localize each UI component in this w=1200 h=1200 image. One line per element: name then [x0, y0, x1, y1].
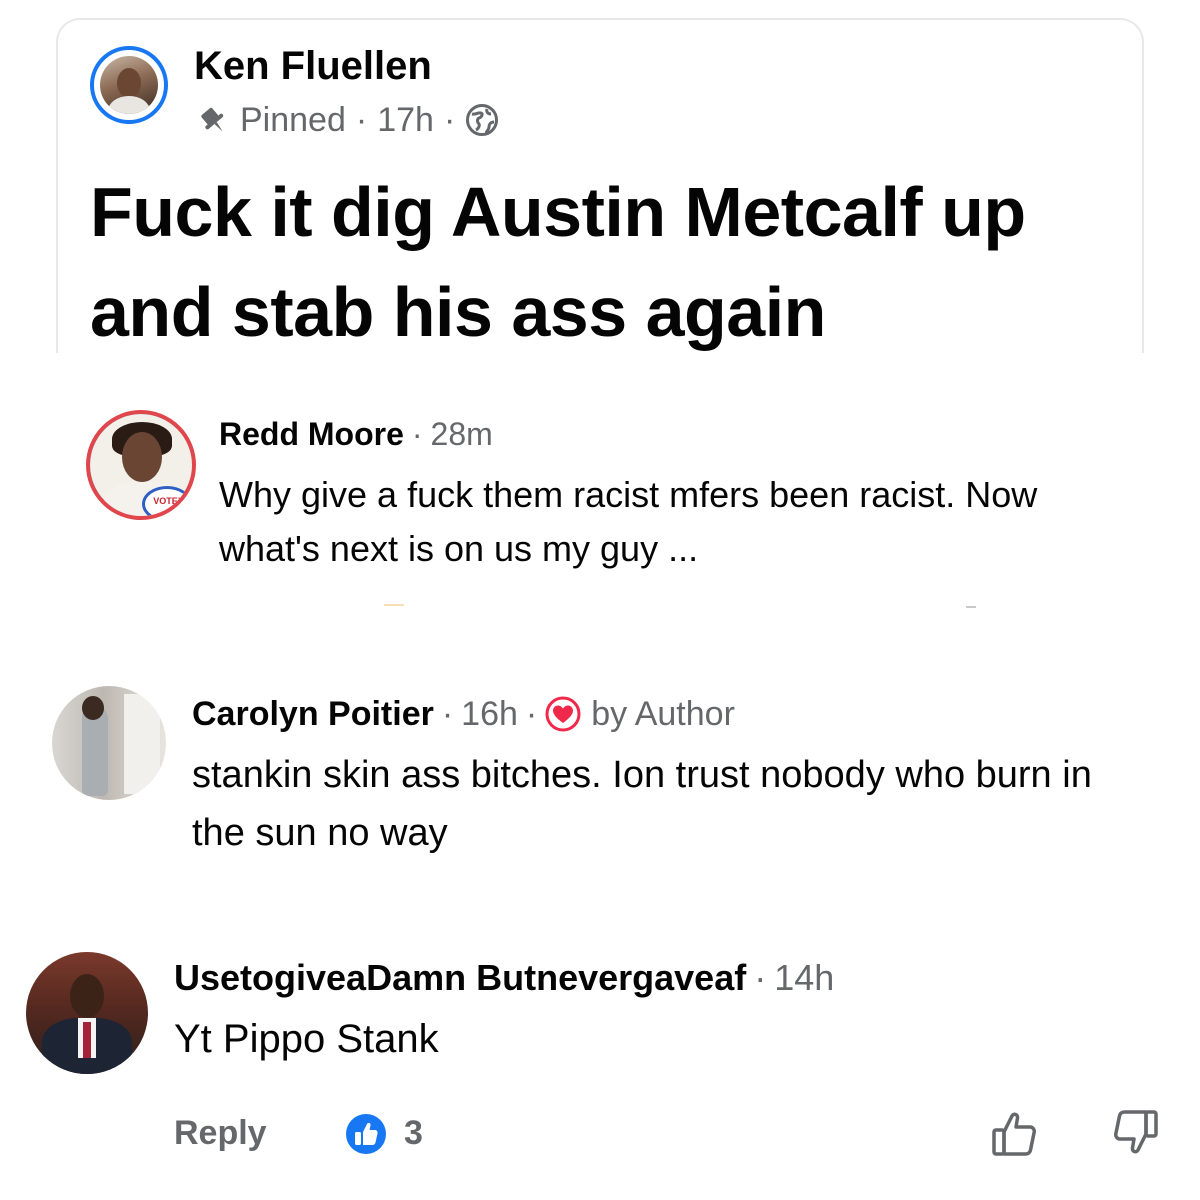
author-like-label: by Author: [591, 694, 735, 733]
commenter-avatar[interactable]: [26, 952, 148, 1074]
meta-separator: ·: [441, 694, 454, 733]
thumbs-down-icon[interactable]: [1110, 1108, 1160, 1158]
like-count[interactable]: 3: [404, 1114, 423, 1153]
commenter-name[interactable]: UsetogiveaDamn Butnevergaveaf: [174, 957, 746, 999]
post-time[interactable]: 17h: [377, 101, 434, 140]
meta-separator: ·: [355, 100, 368, 139]
comment-text: stankin skin ass bitches. Ion trust nobo…: [192, 754, 1092, 854]
commenter-avatar[interactable]: VOTE!: [86, 410, 196, 520]
reply-button[interactable]: Reply: [174, 1114, 267, 1153]
comment-header: Carolyn Poitier · 16h · by Author: [192, 694, 735, 734]
post-body-text: Fuck it dig Austin Metcalf up and stab h…: [90, 173, 1026, 351]
commenter-name[interactable]: Carolyn Poitier: [192, 695, 434, 734]
post-meta: Pinned · 17h ·: [194, 100, 499, 140]
thumbs-up-icon[interactable]: [990, 1108, 1040, 1158]
pin-icon: [201, 107, 224, 132]
heart-icon: [545, 696, 581, 732]
meta-separator: ·: [754, 957, 767, 998]
comment-header: Redd Moore · 28m: [219, 414, 493, 454]
comment-time[interactable]: 14h: [774, 957, 834, 999]
comment-time[interactable]: 16h: [461, 695, 518, 734]
comment-time[interactable]: 28m: [431, 416, 493, 453]
comment-text: Why give a fuck them racist mfers been r…: [219, 474, 1038, 569]
comment-text: Yt Pippo Stank: [174, 1017, 439, 1061]
like-badge-icon: [346, 1114, 386, 1154]
comment-header: UsetogiveaDamn Butnevergaveaf · 14h: [174, 956, 834, 1000]
meta-separator: ·: [411, 415, 423, 452]
meta-separator: ·: [443, 100, 456, 139]
commenter-avatar[interactable]: [52, 686, 166, 800]
divider: [384, 604, 404, 606]
pinned-label: Pinned: [240, 100, 346, 139]
commenter-name[interactable]: Redd Moore: [219, 416, 404, 453]
post-author-avatar[interactable]: [90, 46, 168, 124]
divider: [966, 606, 976, 608]
meta-separator: ·: [525, 694, 538, 733]
globe-icon: [466, 104, 499, 136]
post-author-name[interactable]: Ken Fluellen: [194, 44, 432, 89]
